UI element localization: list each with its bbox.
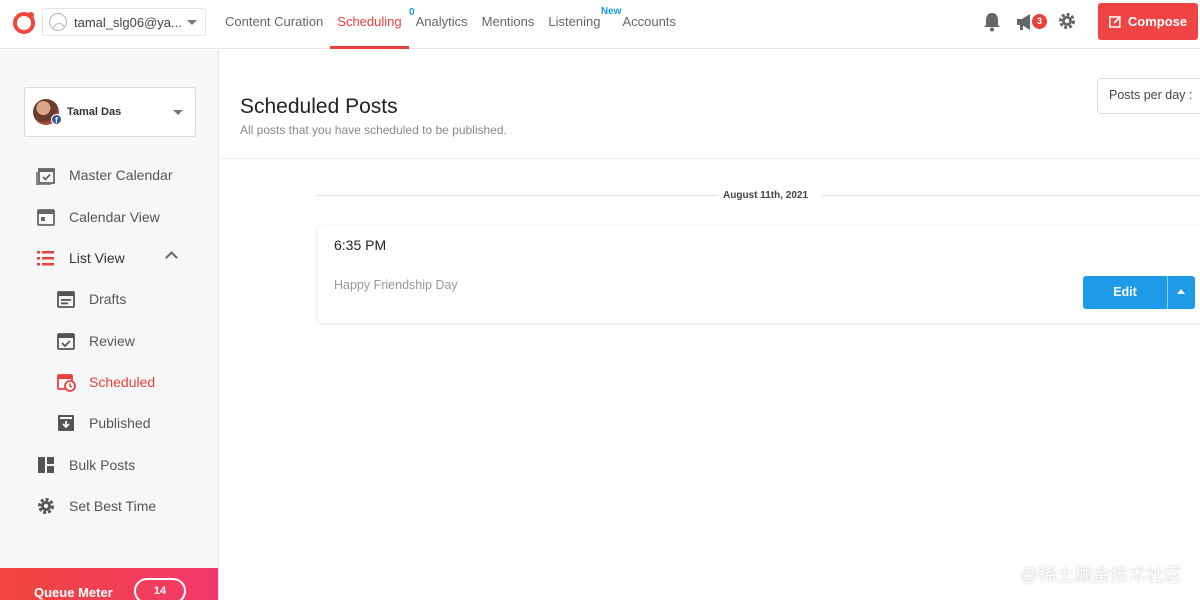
compose-button[interactable]: Compose	[1098, 3, 1198, 40]
account-switcher[interactable]: tamal_slg06@ya...	[42, 8, 206, 36]
page-title: Scheduled Posts	[240, 95, 398, 118]
review-icon	[57, 333, 75, 350]
sidebar-item-calendar-view[interactable]: Calendar View	[0, 202, 218, 232]
sidebar: f Tamal Das Master Calendar Calendar Vie…	[0, 50, 219, 604]
sidebar-item-set-best-time[interactable]: Set Best Time	[0, 491, 218, 521]
chevron-up-icon[interactable]	[165, 251, 178, 264]
edit-button-group: Edit	[1083, 276, 1195, 309]
sidebar-item-label: Published	[89, 415, 151, 431]
edit-icon	[1108, 15, 1122, 28]
nav-accounts[interactable]: Accounts	[615, 0, 682, 49]
calendar-icon	[37, 209, 55, 226]
compose-label: Compose	[1127, 14, 1188, 29]
watermark: @稀土掘金技术社区	[1020, 565, 1183, 585]
posts-per-day-toggle[interactable]: Posts per day :	[1097, 78, 1200, 114]
sidebar-item-label: Review	[89, 333, 135, 349]
sidebar-item-master-calendar[interactable]: Master Calendar	[0, 160, 218, 190]
page-subtitle: All posts that you have scheduled to be …	[240, 123, 507, 137]
scheduled-icon	[57, 374, 76, 392]
list-icon	[37, 251, 54, 266]
bulk-posts-icon	[38, 457, 54, 473]
nav-mentions[interactable]: Mentions	[475, 0, 542, 49]
profile-selector[interactable]: f Tamal Das	[24, 87, 196, 137]
divider	[822, 195, 1200, 196]
facebook-icon: f	[51, 114, 62, 125]
sidebar-item-label: Set Best Time	[69, 498, 157, 514]
published-icon	[58, 415, 74, 431]
date-group-label: August 11th, 2021	[723, 190, 809, 201]
sidebar-item-label: Drafts	[89, 291, 127, 307]
app-logo-icon[interactable]	[12, 10, 36, 34]
main-nav: Content Curation Scheduling 0 Analytics M…	[218, 0, 683, 49]
nav-content-curation[interactable]: Content Curation	[218, 0, 330, 49]
nav-scheduling[interactable]: Scheduling 0	[330, 0, 415, 49]
chevron-up-icon[interactable]	[1168, 276, 1195, 309]
chevron-down-icon	[173, 110, 183, 115]
scheduled-post-card[interactable]: 6:35 PM Happy Friendship Day Edit	[318, 226, 1200, 323]
notification-count-badge: 3	[1032, 14, 1047, 29]
calendar-check-icon	[36, 168, 55, 185]
edit-button[interactable]: Edit	[1083, 276, 1168, 309]
main-content: Scheduled Posts All posts that you have …	[220, 50, 1200, 600]
sidebar-item-scheduled[interactable]: Scheduled	[0, 367, 218, 397]
user-avatar-icon	[49, 13, 67, 31]
top-navigation-bar: tamal_slg06@ya... Content Curation Sched…	[0, 0, 1200, 49]
post-text: Happy Friendship Day	[334, 278, 458, 292]
queue-meter[interactable]: Queue Meter 14	[0, 568, 218, 604]
post-time: 6:35 PM	[334, 237, 387, 253]
divider	[220, 158, 1200, 159]
queue-meter-count: 14	[134, 578, 186, 604]
sidebar-item-published[interactable]: Published	[0, 408, 218, 438]
gear-icon[interactable]	[1057, 11, 1077, 31]
account-email: tamal_slg06@ya...	[74, 14, 182, 30]
sidebar-item-drafts[interactable]: Drafts	[0, 284, 218, 314]
nav-analytics[interactable]: Analytics	[409, 0, 475, 49]
drafts-icon	[57, 291, 75, 308]
gear-icon	[38, 498, 54, 514]
nav-listening[interactable]: Listening New	[541, 0, 621, 49]
sidebar-item-label: List View	[69, 250, 125, 266]
sidebar-item-bulk-posts[interactable]: Bulk Posts	[0, 450, 218, 480]
sidebar-item-label: Calendar View	[69, 209, 160, 225]
sidebar-item-label: Master Calendar	[69, 167, 173, 183]
divider	[317, 195, 717, 196]
sidebar-item-label: Scheduled	[89, 374, 156, 390]
sidebar-item-review[interactable]: Review	[0, 326, 218, 356]
sidebar-item-label: Bulk Posts	[69, 457, 136, 473]
profile-name: Tamal Das	[67, 106, 122, 118]
queue-meter-label: Queue Meter	[34, 585, 113, 600]
chevron-down-icon	[187, 20, 197, 25]
sidebar-item-list-view[interactable]: List View	[0, 243, 218, 273]
bell-icon[interactable]	[983, 12, 1001, 32]
